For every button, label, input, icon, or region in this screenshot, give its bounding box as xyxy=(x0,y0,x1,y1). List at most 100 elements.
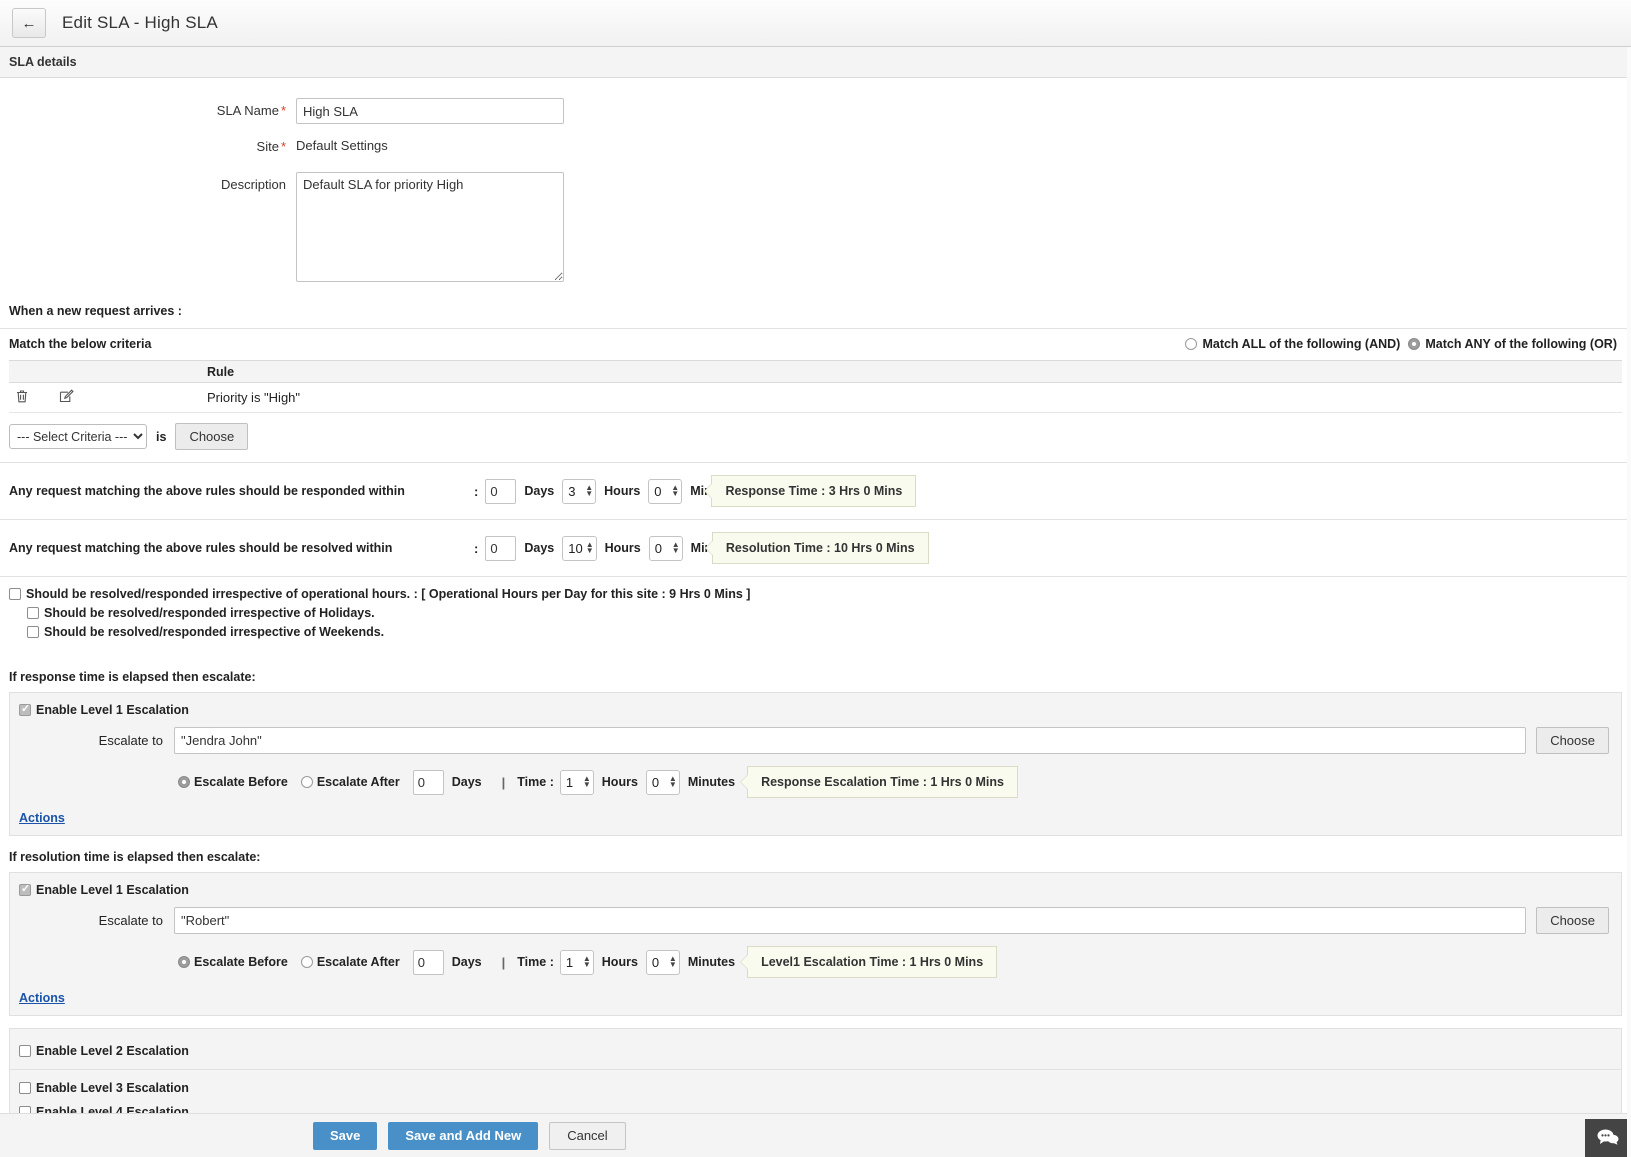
response-esc-minutes-stepper[interactable]: 0 ▲ ▼ xyxy=(645,769,680,795)
separator-pipe: | xyxy=(501,774,506,790)
resolution-minutes-value: 0 xyxy=(654,540,662,556)
resolution-colon: : xyxy=(474,540,479,556)
radio-before-dot-icon xyxy=(178,776,190,788)
response-esc-hours-value: 1 xyxy=(565,774,574,790)
chat-bubbles-icon xyxy=(1597,1128,1619,1148)
page-title: Edit SLA - High SLA xyxy=(62,13,218,32)
response-escalate-before-radio[interactable]: Escalate Before xyxy=(178,775,288,789)
response-time-badge: Response Time : 3 Hrs 0 Mins xyxy=(704,475,917,507)
resolution-escalation-title: If resolution time is elapsed then escal… xyxy=(9,850,261,864)
irrespective-hours-label: Should be resolved/responded irrespectiv… xyxy=(26,587,751,601)
stepper-arrows-icon: ▲ ▼ xyxy=(585,540,594,555)
response-choose-button[interactable]: Choose xyxy=(1536,727,1609,754)
separator-pipe: | xyxy=(501,954,506,970)
criteria-header: Match the below criteria Match ALL of th… xyxy=(0,329,1631,360)
radio-any-dot-icon xyxy=(1408,338,1421,350)
radio-all-dot-icon xyxy=(1185,338,1198,350)
response-escalate-after-radio[interactable]: Escalate After xyxy=(300,775,400,789)
stepper-arrows-icon: ▲ ▼ xyxy=(582,774,591,789)
resolution-enable-level1-checkbox[interactable] xyxy=(19,882,31,896)
enable-level3-checkbox[interactable] xyxy=(19,1082,31,1094)
footer-action-bar: Save Save and Add New Cancel xyxy=(0,1113,1631,1157)
resolution-hours-label: Hours xyxy=(604,541,641,555)
field-description: Description Default SLA for priority Hig… xyxy=(0,172,1631,282)
required-marker: * xyxy=(280,103,286,118)
resolution-actions-link[interactable]: Actions xyxy=(10,991,65,1015)
resolution-enable-level1: Enable Level 1 Escalation xyxy=(10,882,1621,907)
response-minutes-stepper[interactable]: 0 ▲ ▼ xyxy=(648,478,683,504)
resolution-esc-days-input[interactable] xyxy=(412,949,444,975)
resolution-esc-days-label: Days xyxy=(451,955,482,969)
response-days-input[interactable] xyxy=(485,478,517,504)
response-escalation-timing-row: Escalate Before Escalate After Days | Ti… xyxy=(10,764,1621,810)
back-button[interactable]: ← xyxy=(12,8,46,38)
resolution-hours-stepper[interactable]: 10 ▲ ▼ xyxy=(562,535,597,561)
response-escalation-title: If response time is elapsed then escalat… xyxy=(9,670,256,684)
stepper-arrows-icon: ▲ ▼ xyxy=(671,483,680,498)
option-irrespective-holidays: Should be resolved/responded irrespectiv… xyxy=(27,606,1622,620)
response-hours-stepper[interactable]: 3 ▲ ▼ xyxy=(562,478,597,504)
response-enable-level1-checkbox[interactable] xyxy=(19,702,31,716)
cancel-button[interactable]: Cancel xyxy=(549,1121,626,1150)
response-esc-days-input[interactable] xyxy=(412,769,444,795)
resolution-esc-minutes-stepper[interactable]: 0 ▲ ▼ xyxy=(645,949,680,975)
select-criteria-dropdown[interactable]: --- Select Criteria --- xyxy=(9,424,147,449)
resolution-escalate-before-radio[interactable]: Escalate Before xyxy=(178,955,288,969)
response-escalate-before-label: Escalate Before xyxy=(194,775,288,789)
site-value: Default Settings xyxy=(296,138,388,153)
resolution-esc-hours-stepper[interactable]: 1 ▲ ▼ xyxy=(559,949,594,975)
page-scrollbar[interactable] xyxy=(1627,47,1631,1157)
resolution-escalation-panel: Enable Level 1 Escalation Escalate to Ch… xyxy=(9,872,1622,1016)
response-escalate-to-input[interactable] xyxy=(174,727,1527,754)
col-rule: Rule xyxy=(201,360,1622,383)
sla-name-label-text: SLA Name xyxy=(216,103,279,118)
save-and-add-new-button[interactable]: Save and Add New xyxy=(388,1121,539,1150)
irrespective-hours-checkbox[interactable] xyxy=(9,588,21,600)
radio-match-all-label: Match ALL of the following (AND) xyxy=(1202,337,1401,351)
option-irrespective-weekends: Should be resolved/responded irrespectiv… xyxy=(27,625,1622,639)
resolution-time-badge: Resolution Time : 10 Hrs 0 Mins xyxy=(704,532,929,564)
resolution-escalate-to-input[interactable] xyxy=(174,907,1527,934)
resolution-escalate-after-radio[interactable]: Escalate After xyxy=(300,955,400,969)
edit-icon[interactable] xyxy=(59,388,74,407)
response-escalate-to-row: Escalate to Choose xyxy=(10,727,1621,764)
radio-match-any[interactable]: Match ANY of the following (OR) xyxy=(1408,337,1617,351)
response-time-label: Any request matching the above rules sho… xyxy=(9,484,405,498)
irrespective-holidays-checkbox[interactable] xyxy=(27,607,39,619)
sla-name-label: SLA Name * xyxy=(0,98,296,118)
response-enable-level1: Enable Level 1 Escalation xyxy=(10,702,1621,727)
divider xyxy=(10,1069,1621,1070)
irrespective-weekends-checkbox[interactable] xyxy=(27,626,39,638)
enable-level2-checkbox[interactable] xyxy=(19,1045,31,1057)
description-textarea[interactable]: Default SLA for priority High xyxy=(296,172,564,282)
resolution-choose-button[interactable]: Choose xyxy=(1536,907,1609,934)
resolution-days-input[interactable] xyxy=(485,535,517,561)
resolution-esc-minutes-value: 0 xyxy=(651,954,660,970)
response-esc-hours-stepper[interactable]: 1 ▲ ▼ xyxy=(559,769,594,795)
response-esc-minutes-value: 0 xyxy=(651,774,660,790)
response-escalation-panel: Enable Level 1 Escalation Escalate to Ch… xyxy=(9,692,1622,836)
resolution-escalate-to-label: Escalate to xyxy=(98,913,163,928)
col-delete xyxy=(9,360,53,383)
sla-form: SLA Name* Site* Default Settings Descrip… xyxy=(0,78,1631,282)
response-days-label: Days xyxy=(524,484,555,498)
save-button[interactable]: Save xyxy=(313,1121,378,1150)
resolution-time-row: Any request matching the above rules sho… xyxy=(0,519,1631,576)
response-esc-hours-label: Hours xyxy=(601,775,638,789)
resolution-esc-minutes-label: Minutes xyxy=(687,955,736,969)
trash-icon[interactable] xyxy=(15,389,29,407)
resolution-minutes-stepper[interactable]: 0 ▲ ▼ xyxy=(648,535,683,561)
enable-level2-row: Enable Level 2 Escalation xyxy=(10,1039,1621,1063)
chat-widget-button[interactable] xyxy=(1585,1119,1631,1157)
radio-before-dot-icon xyxy=(178,956,190,968)
match-mode-radio-group: Match ALL of the following (AND) Match A… xyxy=(1185,337,1617,351)
radio-match-all[interactable]: Match ALL of the following (AND) xyxy=(1185,337,1400,351)
response-actions-link[interactable]: Actions xyxy=(10,811,65,835)
resolution-escalation-timing-row: Escalate Before Escalate After Days | Ti… xyxy=(10,944,1621,990)
sla-name-input[interactable] xyxy=(296,98,564,124)
col-spacer xyxy=(97,360,201,383)
resolution-escalate-after-label: Escalate After xyxy=(316,955,400,969)
choose-criteria-button[interactable]: Choose xyxy=(175,423,249,450)
radio-match-any-label: Match ANY of the following (OR) xyxy=(1425,337,1617,351)
col-edit xyxy=(53,360,97,383)
